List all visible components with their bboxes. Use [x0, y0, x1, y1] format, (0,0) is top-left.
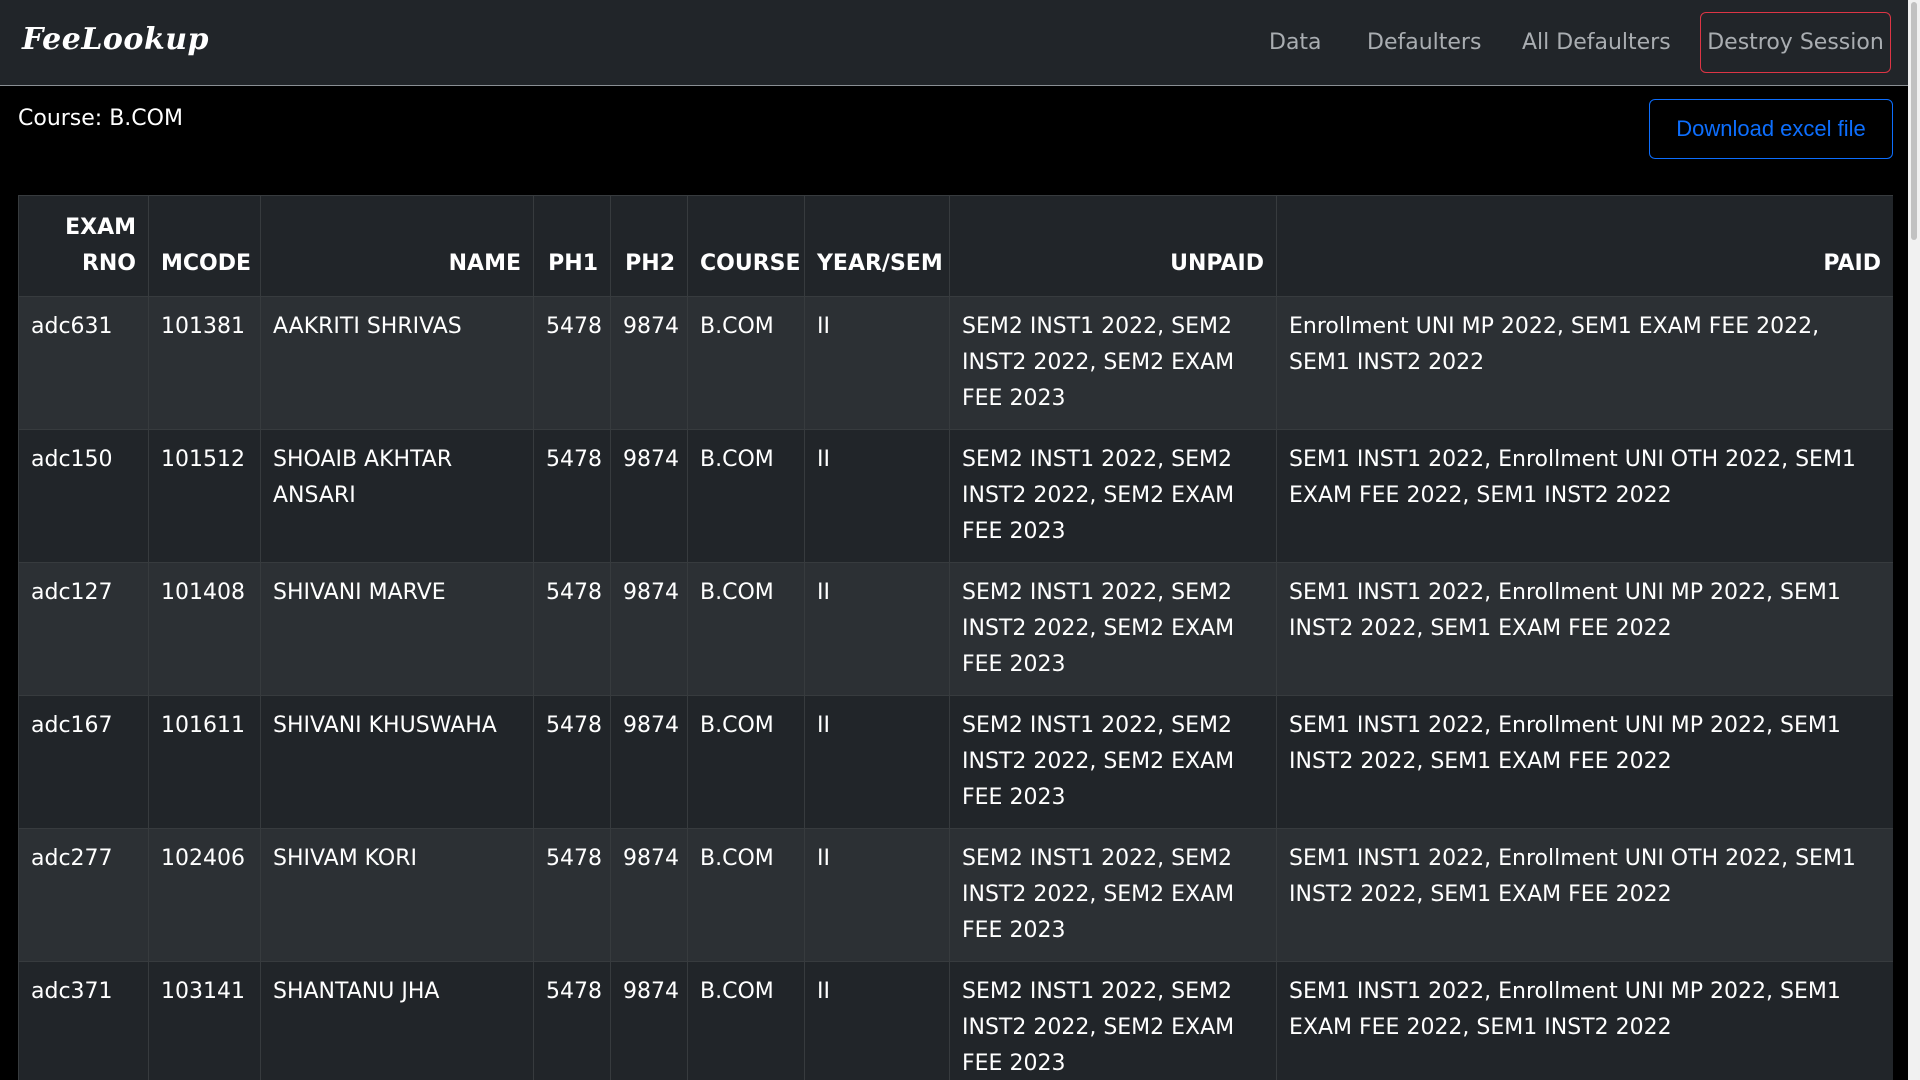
cell-name: SHIVAM KORI [260, 828, 534, 962]
cell-unpaid: SEM2 INST1 2022, SEM2 INST2 2022, SEM2 E… [949, 429, 1277, 563]
column-header-exam-rno: EXAM RNO [18, 195, 149, 297]
cell-year-sem: II [804, 429, 950, 563]
cell-mcode: 101512 [148, 429, 261, 563]
cell-exam-rno: adc371 [18, 961, 149, 1080]
brand-logo[interactable]: FeeLookup [22, 22, 209, 57]
cell-course: B.COM [687, 429, 805, 563]
page-scrollbar[interactable] [1908, 0, 1920, 1080]
nav-link-all-defaulters[interactable]: All Defaulters [1522, 30, 1671, 55]
cell-ph2: 9874 [610, 296, 688, 430]
cell-year-sem: II [804, 961, 950, 1080]
column-header-year-sem: YEAR/SEM [804, 195, 950, 297]
cell-paid: SEM1 INST1 2022, Enrollment UNI OTH 2022… [1276, 429, 1893, 563]
defaulters-table-container: EXAM RNO MCODE NAME PH1 PH2 COURSE YEAR/… [18, 195, 1893, 1080]
cell-ph2: 9874 [610, 429, 688, 563]
cell-exam-rno: adc127 [18, 562, 149, 696]
cell-course: B.COM [687, 828, 805, 962]
cell-mcode: 102406 [148, 828, 261, 962]
cell-ph2: 9874 [610, 695, 688, 829]
column-header-unpaid: UNPAID [949, 195, 1277, 297]
cell-year-sem: II [804, 695, 950, 829]
cell-year-sem: II [804, 828, 950, 962]
course-label: Course: B.COM [18, 106, 183, 131]
table-header-row: EXAM RNO MCODE NAME PH1 PH2 COURSE YEAR/… [18, 195, 1893, 297]
cell-mcode: 101381 [148, 296, 261, 430]
cell-mcode: 103141 [148, 961, 261, 1080]
cell-unpaid: SEM2 INST1 2022, SEM2 INST2 2022, SEM2 E… [949, 961, 1277, 1080]
table-row: adc150 101512 SHOAIB AKHTAR ANSARI 5478 … [18, 429, 1893, 563]
scrollbar-thumb[interactable] [1911, 2, 1917, 240]
cell-ph2: 9874 [610, 562, 688, 696]
cell-ph1: 5478 [533, 296, 611, 430]
cell-mcode: 101611 [148, 695, 261, 829]
cell-unpaid: SEM2 INST1 2022, SEM2 INST2 2022, SEM2 E… [949, 828, 1277, 962]
cell-exam-rno: adc150 [18, 429, 149, 563]
cell-name: SHIVANI KHUSWAHA [260, 695, 534, 829]
table-row: adc127 101408 SHIVANI MARVE 5478 9874 B.… [18, 562, 1893, 696]
column-header-paid: PAID [1276, 195, 1893, 297]
cell-unpaid: SEM2 INST1 2022, SEM2 INST2 2022, SEM2 E… [949, 296, 1277, 430]
cell-unpaid: SEM2 INST1 2022, SEM2 INST2 2022, SEM2 E… [949, 695, 1277, 829]
cell-course: B.COM [687, 562, 805, 696]
navbar: FeeLookup Data Defaulters All Defaulters… [0, 0, 1908, 86]
cell-ph1: 5478 [533, 429, 611, 563]
cell-name: SHIVANI MARVE [260, 562, 534, 696]
cell-course: B.COM [687, 961, 805, 1080]
cell-ph1: 5478 [533, 695, 611, 829]
cell-exam-rno: adc277 [18, 828, 149, 962]
cell-course: B.COM [687, 296, 805, 430]
column-header-name: NAME [260, 195, 534, 297]
cell-name: AAKRITI SHRIVAS [260, 296, 534, 430]
column-header-mcode: MCODE [148, 195, 261, 297]
cell-paid: Enrollment UNI MP 2022, SEM1 EXAM FEE 20… [1276, 296, 1893, 430]
cell-name: SHOAIB AKHTAR ANSARI [260, 429, 534, 563]
cell-paid: SEM1 INST1 2022, Enrollment UNI MP 2022,… [1276, 961, 1893, 1080]
defaulters-table: EXAM RNO MCODE NAME PH1 PH2 COURSE YEAR/… [18, 195, 1893, 1080]
cell-name: SHANTANU JHA [260, 961, 534, 1080]
cell-ph1: 5478 [533, 828, 611, 962]
cell-year-sem: II [804, 562, 950, 696]
table-row: adc167 101611 SHIVANI KHUSWAHA 5478 9874… [18, 695, 1893, 829]
cell-paid: SEM1 INST1 2022, Enrollment UNI MP 2022,… [1276, 695, 1893, 829]
cell-paid: SEM1 INST1 2022, Enrollment UNI MP 2022,… [1276, 562, 1893, 696]
cell-mcode: 101408 [148, 562, 261, 696]
cell-ph2: 9874 [610, 961, 688, 1080]
cell-ph1: 5478 [533, 961, 611, 1080]
nav-link-defaulters[interactable]: Defaulters [1367, 30, 1481, 55]
nav-link-data[interactable]: Data [1269, 30, 1322, 55]
cell-exam-rno: adc631 [18, 296, 149, 430]
column-header-ph1: PH1 [533, 195, 611, 297]
cell-exam-rno: adc167 [18, 695, 149, 829]
cell-ph2: 9874 [610, 828, 688, 962]
cell-ph1: 5478 [533, 562, 611, 696]
destroy-session-button[interactable]: Destroy Session [1700, 12, 1891, 73]
cell-year-sem: II [804, 296, 950, 430]
column-header-course: COURSE [687, 195, 805, 297]
table-row: adc277 102406 SHIVAM KORI 5478 9874 B.CO… [18, 828, 1893, 962]
download-excel-button[interactable]: Download excel file [1649, 99, 1893, 159]
cell-course: B.COM [687, 695, 805, 829]
table-row: adc631 101381 AAKRITI SHRIVAS 5478 9874 … [18, 296, 1893, 430]
cell-paid: SEM1 INST1 2022, Enrollment UNI OTH 2022… [1276, 828, 1893, 962]
column-header-ph2: PH2 [610, 195, 688, 297]
table-row: adc371 103141 SHANTANU JHA 5478 9874 B.C… [18, 961, 1893, 1080]
cell-unpaid: SEM2 INST1 2022, SEM2 INST2 2022, SEM2 E… [949, 562, 1277, 696]
